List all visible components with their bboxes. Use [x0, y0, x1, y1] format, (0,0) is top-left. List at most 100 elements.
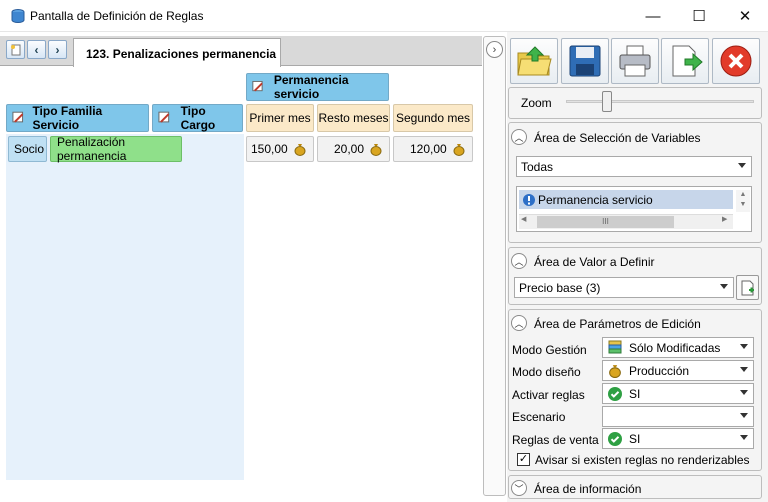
collapse-up-icon[interactable]: ︿ [511, 315, 527, 331]
dropdown-arrow-icon [738, 163, 746, 168]
checkmark-icon: ✓ [518, 453, 529, 465]
scroll-left-icon[interactable]: ◀ [521, 215, 526, 223]
col-header-resto-meses[interactable]: Resto meses [317, 104, 390, 132]
new-tab-button[interactable] [6, 40, 25, 59]
scrollbar-thumb[interactable]: III [537, 216, 674, 228]
dropdown-arrow-icon [740, 344, 748, 349]
value-text: 20,00 [334, 142, 365, 156]
value-cell-primer-mes[interactable]: 150,00 [246, 136, 314, 162]
zoom-slider-thumb[interactable] [601, 91, 612, 112]
variables-filter-dropdown[interactable]: Todas [516, 156, 752, 177]
database-icon [11, 9, 25, 24]
row-header-tipo-cargo[interactable]: Tipo Cargo [152, 104, 243, 132]
chevron-right-icon: › [55, 42, 60, 57]
open-button[interactable] [510, 38, 558, 84]
export-icon [672, 45, 703, 77]
chevron-left-icon: ‹ [34, 42, 39, 57]
cancel-button[interactable] [712, 38, 760, 84]
add-value-button[interactable] [736, 275, 759, 300]
export-button[interactable] [661, 38, 709, 84]
group-header-label: Permanencia servicio [273, 73, 349, 101]
side-collapse-bar[interactable] [483, 36, 506, 496]
param-label: Modo Gestión [512, 343, 587, 357]
value-cell-resto-meses[interactable]: 20,00 [317, 136, 390, 162]
collapse-up-icon[interactable]: ︿ [511, 129, 527, 145]
previous-tab-button[interactable]: ‹ [27, 40, 46, 59]
row-value-familia[interactable]: Socio [8, 136, 47, 162]
chevron-right-icon[interactable]: › [486, 41, 503, 58]
reglas-venta-dropdown[interactable]: SI [602, 428, 754, 449]
maximize-icon: ☐ [692, 8, 706, 25]
check-circle-icon [608, 431, 622, 446]
dropdown-value: Todas [521, 159, 554, 174]
col-header-primer-mes[interactable]: Primer mes [246, 104, 314, 132]
escenario-dropdown[interactable] [602, 406, 754, 427]
dropdown-value: SI [629, 431, 641, 446]
layers-icon [608, 340, 622, 354]
row-area-background [6, 134, 244, 480]
param-label: Escenario [512, 410, 566, 424]
scroll-right-icon[interactable]: ▶ [722, 215, 727, 223]
print-button[interactable] [611, 38, 659, 84]
collapse-up-icon[interactable]: ︿ [511, 253, 527, 269]
group-header-permanencia[interactable]: Permanencia servicio [246, 73, 389, 101]
close-button[interactable]: ✕ [722, 0, 768, 32]
vertical-scrollbar[interactable]: ▲ ▼ [736, 190, 750, 212]
row-header-tipo-familia[interactable]: Tipo Familia Servicio [6, 104, 149, 132]
info-panel-title: Área de información [534, 482, 642, 496]
money-bag-icon [453, 144, 465, 156]
avisar-checkbox-label: Avisar si existen reglas no renderizable… [535, 453, 750, 467]
printer-icon [619, 45, 651, 77]
minimize-button[interactable]: — [630, 0, 676, 32]
money-bag-icon [609, 365, 621, 378]
maximize-button[interactable]: ☐ [676, 0, 722, 32]
minimize-icon: — [645, 7, 661, 25]
money-bag-icon [294, 144, 306, 156]
valor-panel-title: Área de Valor a Definir [534, 255, 655, 269]
param-label: Reglas de venta [512, 433, 599, 447]
rule-icon [12, 111, 24, 123]
modo-gestion-dropdown[interactable]: Sólo Modificadas [602, 337, 754, 358]
save-button[interactable] [561, 38, 609, 84]
tab-penalizaciones[interactable]: 123. Penalizaciones permanencia [73, 38, 281, 67]
dropdown-value: SI [629, 386, 641, 401]
param-label: Modo diseño [512, 365, 581, 379]
value-text: 120,00 [410, 142, 447, 156]
add-document-icon [741, 280, 754, 295]
money-bag-icon [370, 144, 382, 156]
modo-diseno-dropdown[interactable]: Producción [602, 360, 754, 381]
dropdown-arrow-icon [740, 435, 748, 440]
window-title: Pantalla de Definición de Reglas [30, 9, 204, 23]
dropdown-value: Producción [629, 363, 690, 378]
dropdown-arrow-icon [720, 284, 728, 289]
new-document-icon [10, 44, 20, 55]
row-header-label: Tipo Cargo [180, 104, 216, 132]
avisar-checkbox[interactable]: ✓ [517, 453, 530, 466]
check-circle-icon [608, 386, 622, 401]
variables-panel-title: Área de Selección de Variables [534, 131, 701, 145]
valor-dropdown[interactable]: Precio base (3) [514, 277, 734, 298]
activar-reglas-dropdown[interactable]: SI [602, 383, 754, 404]
zoom-slider-track[interactable] [566, 100, 754, 103]
row-value-cargo[interactable]: Penalización permanencia [50, 135, 182, 163]
dropdown-arrow-icon [740, 413, 748, 418]
expand-down-icon[interactable]: ﹀ [511, 480, 527, 496]
row-header-label: Tipo Familia Servicio [32, 104, 103, 132]
dropdown-value: Sólo Modificadas [629, 340, 721, 355]
open-folder-icon [517, 46, 552, 76]
value-text: 150,00 [251, 142, 288, 156]
rule-icon [158, 111, 170, 123]
value-cell-segundo-mes[interactable]: 120,00 [393, 136, 473, 162]
list-item[interactable]: Permanencia servicio [519, 190, 733, 209]
dropdown-arrow-icon [740, 390, 748, 395]
close-circle-icon [720, 45, 752, 77]
list-item-label: Permanencia servicio [538, 192, 653, 207]
col-header-segundo-mes[interactable]: Segundo mes [393, 104, 473, 132]
floppy-disk-icon [569, 45, 601, 77]
info-icon [523, 193, 535, 206]
dropdown-arrow-icon [740, 367, 748, 372]
param-label: Activar reglas [512, 388, 585, 402]
close-icon: ✕ [738, 8, 752, 25]
dropdown-value: Precio base (3) [519, 280, 601, 295]
next-tab-button[interactable]: › [48, 40, 67, 59]
